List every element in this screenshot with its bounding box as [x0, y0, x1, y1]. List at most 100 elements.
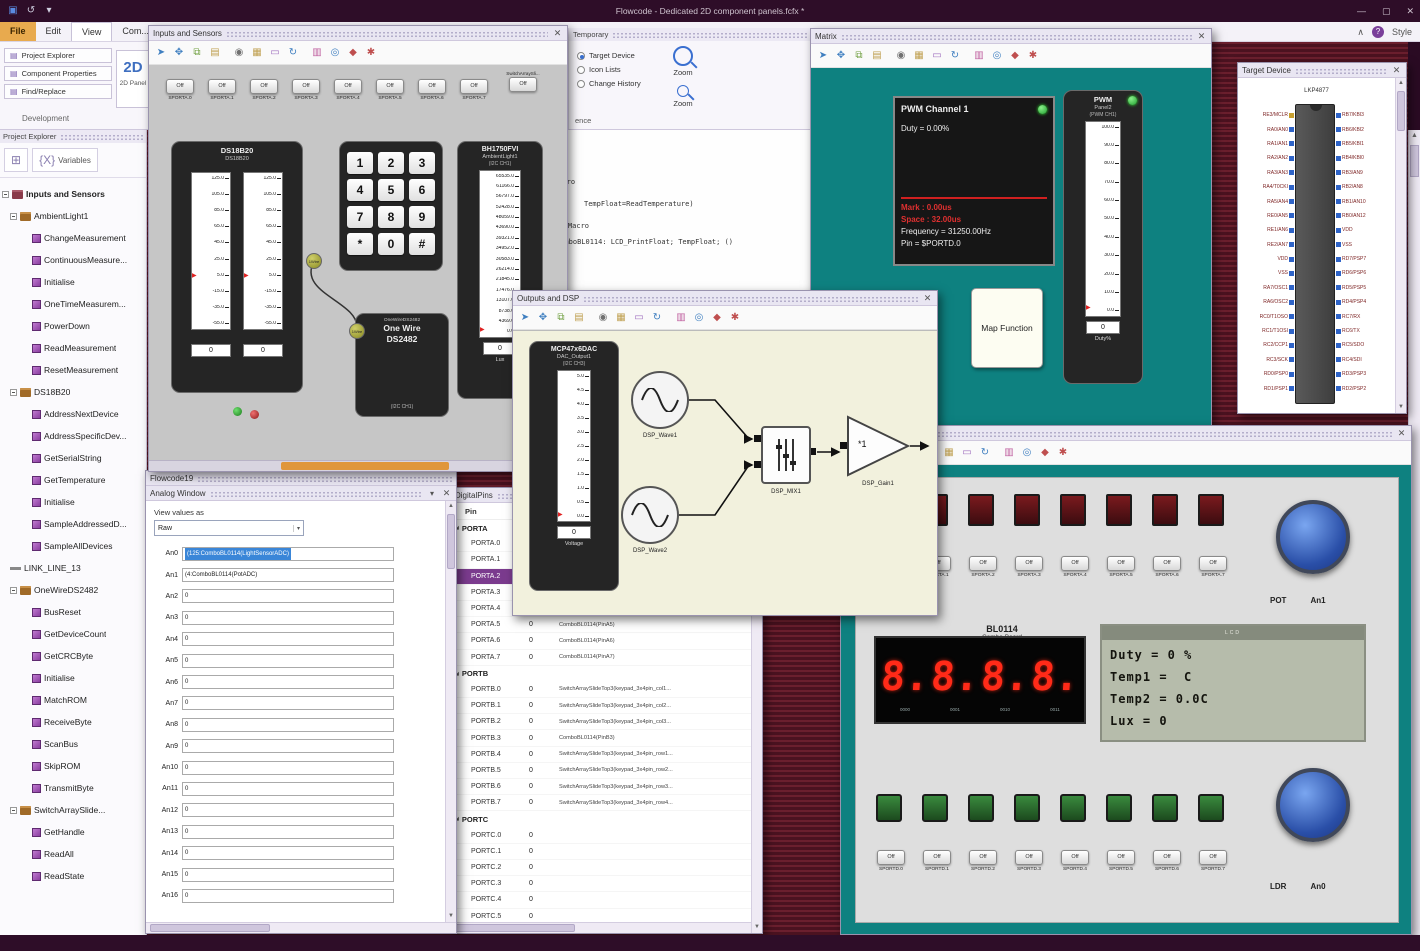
analog-value-field[interactable]: (125:ComboBL0114(LightSensorADC): [182, 546, 394, 561]
slide-switch[interactable]: Off: [166, 79, 194, 94]
copy-icon[interactable]: ⧉: [851, 48, 867, 64]
paste-icon[interactable]: ▤: [571, 310, 587, 326]
help-icon[interactable]: ?: [1371, 26, 1384, 38]
menu-tab-file[interactable]: File: [0, 22, 36, 41]
tree-item[interactable]: AddressNextDevice: [2, 403, 144, 425]
slide-switch[interactable]: Off: [509, 77, 537, 92]
tree-folder[interactable]: OneWireDS2482: [2, 579, 144, 601]
pin-row[interactable]: PORTA.7 0 ComboBL0114(PinA7): [451, 650, 751, 666]
zoom-small-icon[interactable]: [677, 85, 689, 97]
tree-folder[interactable]: SwitchArraySlide...: [2, 799, 144, 821]
expand-icon[interactable]: [10, 212, 17, 220]
keypad-key-hash[interactable]: #: [409, 233, 435, 255]
dsp-gain-component[interactable]: *1: [846, 415, 911, 477]
cursor-icon[interactable]: ➤: [517, 310, 533, 326]
pin-row[interactable]: PORTA.5 0 ComboBL0114(PinA5): [451, 617, 751, 634]
view-values-dropdown[interactable]: Raw ▾: [154, 520, 304, 536]
scrollbar-thumb[interactable]: [455, 924, 575, 932]
radio-target-device[interactable]: Target Device: [577, 51, 641, 60]
keypad-key-9[interactable]: 9: [409, 206, 435, 228]
tree-item[interactable]: AddressSpecificDev...: [2, 425, 144, 447]
scrollbar-thumb[interactable]: [447, 514, 455, 569]
slide-switch[interactable]: Off: [1061, 556, 1089, 571]
keypad-key-2[interactable]: 2: [378, 152, 404, 174]
radio-change-history[interactable]: Change History: [577, 79, 641, 88]
settings-icon[interactable]: ✱: [1055, 445, 1071, 461]
pin-row[interactable]: PORTC.3 0: [451, 876, 751, 893]
paste-icon[interactable]: ▤: [207, 45, 223, 61]
grid-icon[interactable]: ▦: [941, 445, 957, 461]
tree-item[interactable]: ReadMeasurement: [2, 337, 144, 359]
keypad-key-1[interactable]: 1: [347, 152, 373, 174]
analog-value-field[interactable]: 0: [182, 781, 394, 796]
tree-folder[interactable]: DS18B20: [2, 381, 144, 403]
slide-switch[interactable]: Off: [1015, 556, 1043, 571]
ruler-icon[interactable]: ▭: [631, 310, 647, 326]
chevron-down-icon[interactable]: ▾: [427, 489, 437, 498]
ldr-knob[interactable]: [1276, 768, 1350, 842]
tree-item[interactable]: Initialise: [2, 667, 144, 689]
keypad-key-star[interactable]: *: [347, 233, 373, 255]
keypad-key-7[interactable]: 7: [347, 206, 373, 228]
onewire-node-1[interactable]: 1Wire: [306, 253, 322, 269]
pwm-channel-component[interactable]: PWM Channel 1 Duty = 0.00% Mark : 0.00us…: [893, 96, 1055, 266]
port-group-portb[interactable]: ◢PORTB: [451, 666, 751, 682]
slide-switch[interactable]: Off: [1153, 556, 1181, 571]
keypad-key-8[interactable]: 8: [378, 206, 404, 228]
panel-titlebar[interactable]: Target Device ✕: [1238, 63, 1406, 78]
pin-row[interactable]: PORTB.5 0 SwitchArraySlideTop3(keypad_3x4p…: [451, 763, 751, 779]
analog-value-field[interactable]: 0: [182, 717, 394, 732]
tree-folder[interactable]: AmbientLight1: [2, 205, 144, 227]
analog-value-field[interactable]: 0: [182, 610, 394, 625]
analog-value-field[interactable]: 0: [182, 888, 394, 903]
pin-row[interactable]: PORTC.0 0: [451, 828, 751, 844]
tree-root[interactable]: Inputs and Sensors: [2, 183, 144, 205]
tree-item[interactable]: GetCRCByte: [2, 645, 144, 667]
slide-switch[interactable]: Off: [1107, 850, 1135, 865]
project-explorer-titlebar[interactable]: Project Explorer: [0, 130, 146, 143]
slide-switch[interactable]: Off: [418, 79, 446, 94]
push-button[interactable]: [1106, 794, 1132, 822]
target-icon[interactable]: ◎: [691, 310, 707, 326]
panel-titlebar[interactable]: Outputs and DSP ✕: [513, 291, 937, 306]
pot-knob[interactable]: [1276, 500, 1350, 574]
scrollbar-thumb[interactable]: [281, 462, 449, 470]
grid-icon[interactable]: ▦: [911, 48, 927, 64]
copy-icon[interactable]: ⧉: [553, 310, 569, 326]
rotate-icon[interactable]: ↻: [285, 45, 301, 61]
tree-item[interactable]: BusReset: [2, 601, 144, 623]
diamond-icon[interactable]: ◆: [345, 45, 361, 61]
scroll-up-icon[interactable]: ▲: [446, 501, 456, 512]
camera-icon[interactable]: ◉: [893, 48, 909, 64]
push-button[interactable]: [1060, 794, 1086, 822]
target-icon[interactable]: ◎: [1019, 445, 1035, 461]
grid-icon[interactable]: ▦: [613, 310, 629, 326]
slide-switch[interactable]: Off: [1015, 850, 1043, 865]
ruler-icon[interactable]: ▭: [267, 45, 283, 61]
keypad-key-4[interactable]: 4: [347, 179, 373, 201]
analog-value-field[interactable]: 0: [182, 632, 394, 647]
pwm-gauge-component[interactable]: PWM Panel2 (PWM CH1) 100.0 90.0 80.0 70.0 60…: [1063, 90, 1143, 384]
panel-titlebar[interactable]: Matrix ✕: [811, 29, 1211, 44]
keypad-key-0[interactable]: 0: [378, 233, 404, 255]
analog-value-field[interactable]: 0: [182, 760, 394, 775]
horizontal-scrollbar[interactable]: [451, 922, 751, 933]
tree-item[interactable]: ReceiveByte: [2, 711, 144, 733]
close-icon[interactable]: ✕: [1196, 31, 1207, 42]
vertical-scrollbar[interactable]: ▲ ▼: [1395, 78, 1406, 413]
tree-item[interactable]: ResetMeasurement: [2, 359, 144, 381]
dsp-wave2-component[interactable]: [621, 486, 679, 544]
expand-icon[interactable]: [10, 586, 17, 594]
map-function-component[interactable]: Map Function: [971, 288, 1043, 368]
slide-switch[interactable]: Off: [969, 850, 997, 865]
variables-button[interactable]: {X} Variables: [32, 148, 98, 172]
expand-icon[interactable]: [2, 190, 9, 198]
ruler-icon[interactable]: ▭: [959, 445, 975, 461]
pin-row[interactable]: PORTB.1 0 SwitchArraySlideTop3(keypad_3x4p…: [451, 698, 751, 715]
slide-switch[interactable]: Off: [877, 850, 905, 865]
tree-item[interactable]: GetDeviceCount: [2, 623, 144, 645]
paste-icon[interactable]: ▤: [869, 48, 885, 64]
tree-item[interactable]: SampleAddressedD...: [2, 513, 144, 535]
grid-icon[interactable]: ▦: [249, 45, 265, 61]
ribbon-button-find-replace[interactable]: ▤ Find/Replace: [4, 84, 112, 99]
